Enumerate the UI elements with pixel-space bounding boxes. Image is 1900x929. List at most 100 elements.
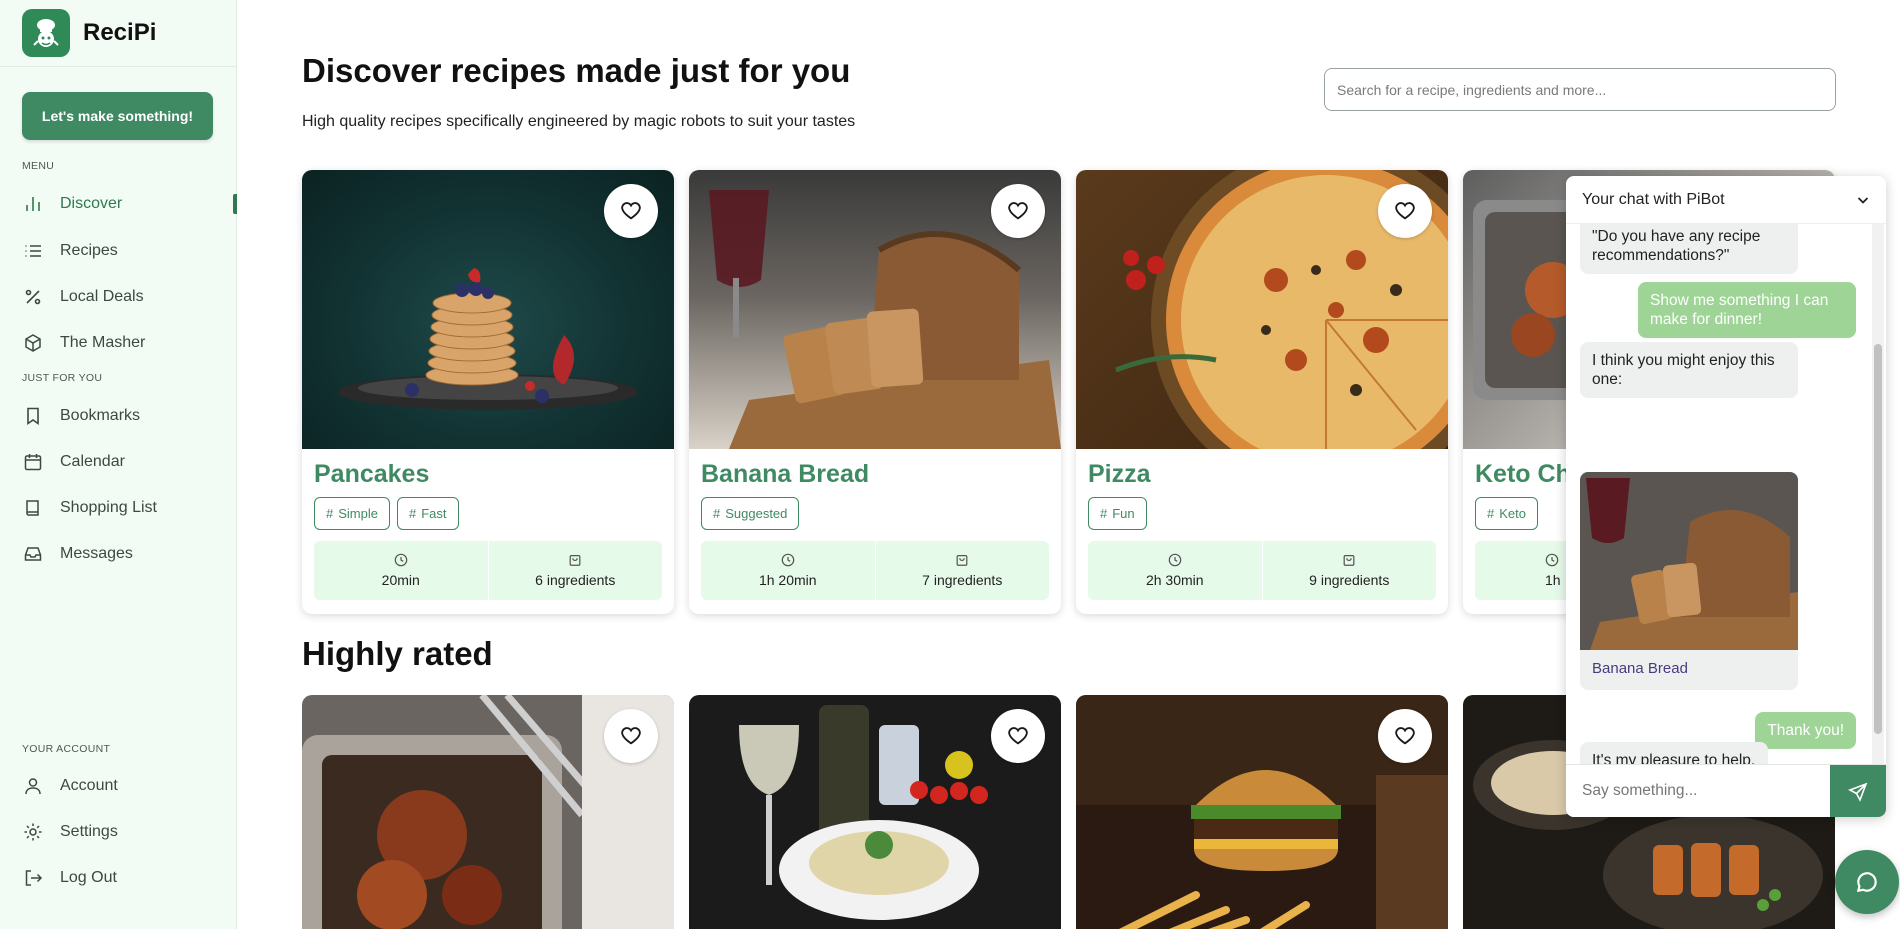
sidebar-item-the-masher[interactable]: The Masher xyxy=(0,323,237,363)
favorite-button[interactable] xyxy=(604,184,658,238)
recipe-card[interactable] xyxy=(302,695,674,929)
recipe-card[interactable]: Pizza # Fun 2h 30min 9 ingredients xyxy=(1076,170,1448,614)
recipe-stats: 20min 6 ingredients xyxy=(314,541,662,600)
recipe-card[interactable]: Banana Bread # Suggested 1h 20min 7 ingre… xyxy=(689,170,1061,614)
recipe-card[interactable] xyxy=(1076,695,1448,929)
user-icon xyxy=(22,775,44,797)
open-chat-button[interactable] xyxy=(1835,850,1899,914)
recipe-card[interactable]: Pancakes # Simple # Fast 20min 6 ingredien… xyxy=(302,170,674,614)
heart-icon xyxy=(1008,727,1028,745)
favorite-button[interactable] xyxy=(604,709,658,763)
tag-chip[interactable]: # Keto xyxy=(1475,497,1538,530)
clock-icon xyxy=(1168,553,1182,567)
just-for-you-section-label: JUST FOR YOU xyxy=(22,372,103,384)
sidebar-item-settings[interactable]: Settings xyxy=(0,812,237,852)
send-icon xyxy=(1848,782,1868,802)
bar-chart-icon xyxy=(22,193,44,215)
sidebar-item-recipes[interactable]: Recipes xyxy=(0,231,237,271)
inbox-icon xyxy=(22,543,44,565)
hash-icon: # xyxy=(713,506,721,521)
bag-icon xyxy=(1343,555,1355,566)
recipe-title[interactable]: Banana Bread xyxy=(701,460,869,489)
recipe-title[interactable]: Pizza xyxy=(1088,460,1151,489)
heart-icon xyxy=(621,202,641,220)
chat-recipe-card[interactable]: Banana Bread xyxy=(1580,472,1798,690)
sidebar-item-calendar[interactable]: Calendar xyxy=(0,442,237,482)
user-message: Thank you! xyxy=(1755,712,1856,749)
hash-icon: # xyxy=(408,506,417,521)
sidebar-item-label: Recipes xyxy=(60,242,118,259)
sidebar-item-messages[interactable]: Messages xyxy=(0,534,237,574)
sidebar-item-local-deals[interactable]: Local Deals xyxy=(0,277,237,317)
tag-chip[interactable]: # Suggested xyxy=(701,497,800,530)
heart-icon xyxy=(1008,202,1028,220)
sidebar-item-label: Bookmarks xyxy=(60,407,141,424)
clock-icon xyxy=(1545,553,1559,567)
sidebar-item-log-out[interactable]: Log Out xyxy=(0,858,237,898)
page-title: Discover recipes made just for you xyxy=(302,52,851,89)
chat-recipe-link[interactable]: Banana Bread xyxy=(1592,660,1688,677)
sidebar-item-account[interactable]: Account xyxy=(0,766,237,806)
sidebar-item-label: Settings xyxy=(60,823,118,840)
percent-icon xyxy=(22,286,44,308)
chat-title: Your chat with PiBot xyxy=(1582,190,1725,208)
ingredients-stat: 9 ingredients xyxy=(1261,541,1437,600)
recipe-image xyxy=(1076,170,1448,449)
chat-composer xyxy=(1566,764,1886,817)
recipe-tags: # Fun xyxy=(1088,497,1147,530)
recipe-tags: # Keto xyxy=(1475,497,1538,530)
tag-chip[interactable]: # Fun xyxy=(1088,497,1147,530)
lets-make-something-button[interactable]: Let's make something! xyxy=(22,92,213,140)
hash-icon: # xyxy=(326,506,334,521)
recipe-title[interactable]: Keto Chi xyxy=(1475,460,1578,489)
tag-chip[interactable]: # Fast xyxy=(396,497,459,530)
app-name: ReciPi xyxy=(83,19,157,46)
recipe-tags: # Simple # Fast xyxy=(314,497,459,530)
highly-rated-title: Highly rated xyxy=(302,635,493,672)
brand[interactable]: ReciPi xyxy=(0,0,236,67)
chat-input[interactable] xyxy=(1566,765,1830,817)
chevron-down-icon[interactable] xyxy=(1856,193,1870,207)
chat-messages: "Do you have any recipe recommendations?… xyxy=(1566,224,1886,764)
send-button[interactable] xyxy=(1830,765,1886,817)
list-icon xyxy=(22,240,44,262)
recipe-title[interactable]: Pancakes xyxy=(314,460,429,489)
sidebar-item-shopping-list[interactable]: Shopping List xyxy=(0,488,237,528)
search-input[interactable] xyxy=(1324,68,1836,111)
recipe-image xyxy=(302,170,674,449)
sidebar-item-discover[interactable]: Discover xyxy=(0,184,237,224)
recipe-stats: 2h 30min 9 ingredients xyxy=(1088,541,1436,600)
tag-chip[interactable]: # Simple xyxy=(314,497,390,530)
favorite-button[interactable] xyxy=(991,184,1045,238)
time-stat: 1h 20min xyxy=(701,541,875,600)
sidebar-item-label: Log Out xyxy=(60,869,117,886)
chat-bubble-icon xyxy=(1856,872,1877,893)
sidebar-item-label: Discover xyxy=(60,195,123,212)
sidebar-item-label: Local Deals xyxy=(60,288,144,305)
chat-panel: Your chat with PiBot "Do you have any re… xyxy=(1566,176,1886,817)
bag-icon xyxy=(956,555,968,566)
bot-message: I think you might enjoy this one: xyxy=(1580,342,1798,398)
time-stat: 2h 30min xyxy=(1088,541,1262,600)
favorite-button[interactable] xyxy=(991,709,1045,763)
recipe-image xyxy=(689,170,1061,449)
clock-icon xyxy=(394,553,408,567)
recipe-card[interactable] xyxy=(689,695,1061,929)
heart-icon xyxy=(621,727,641,745)
sidebar-item-label: Shopping List xyxy=(60,499,157,516)
page-subtitle: High quality recipes specifically engine… xyxy=(302,113,856,130)
sidebar-item-label: The Masher xyxy=(60,334,146,351)
time-stat: 20min xyxy=(314,541,488,600)
hash-icon: # xyxy=(1487,506,1495,521)
ingredients-stat: 7 ingredients xyxy=(874,541,1050,600)
box-icon xyxy=(22,332,44,354)
favorite-button[interactable] xyxy=(1378,709,1432,763)
heart-icon xyxy=(1395,727,1415,745)
favorite-button[interactable] xyxy=(1378,184,1432,238)
scroll-thumb[interactable] xyxy=(1874,344,1882,734)
sidebar-item-bookmarks[interactable]: Bookmarks xyxy=(0,396,237,436)
chat-scrollbar[interactable] xyxy=(1872,224,1884,764)
gear-icon xyxy=(22,821,44,843)
account-section-label: YOUR ACCOUNT xyxy=(22,743,111,755)
chat-header[interactable]: Your chat with PiBot xyxy=(1566,176,1886,224)
